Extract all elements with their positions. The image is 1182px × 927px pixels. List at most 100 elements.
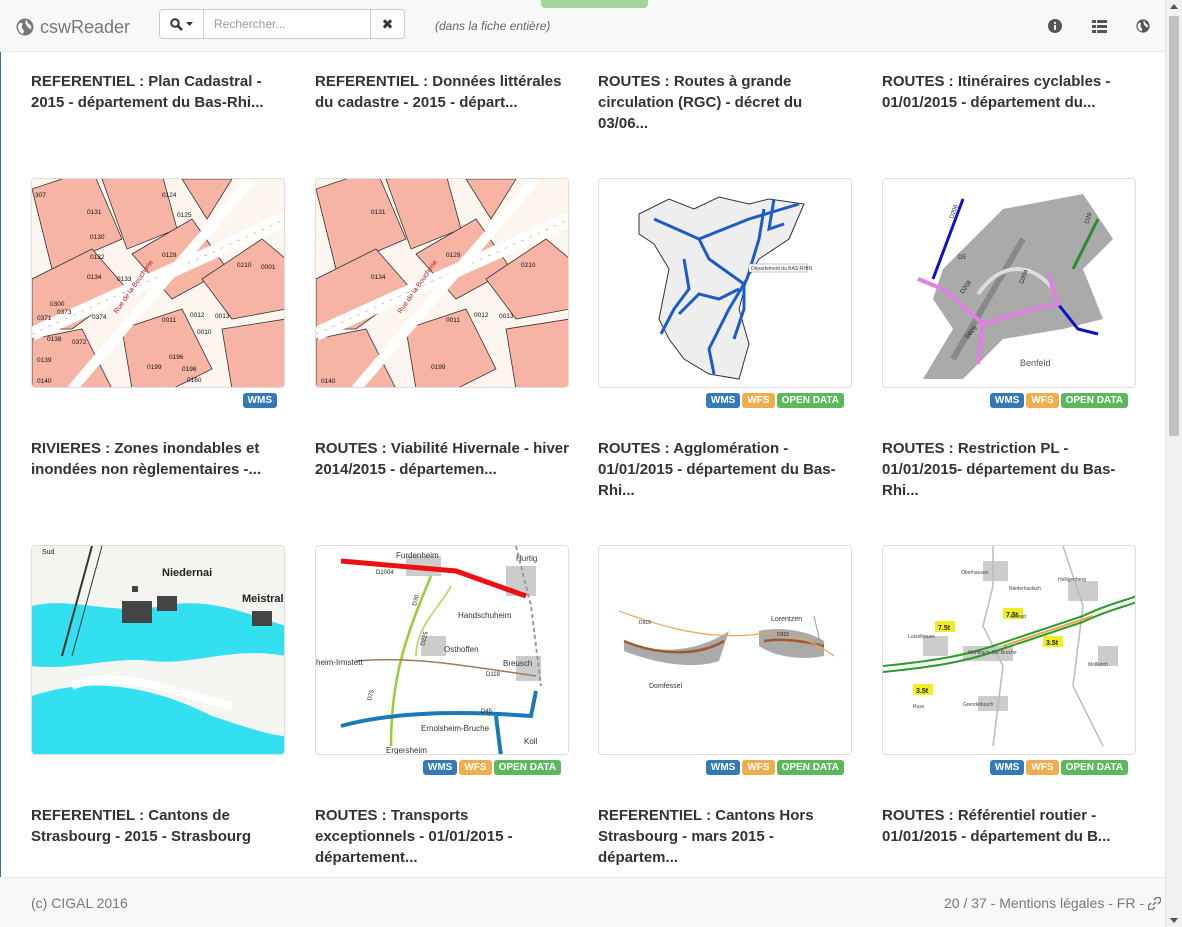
road-label: D118	[486, 672, 501, 678]
record-card[interactable]: ROUTES : Transports exceptionnels - 01/0…	[315, 805, 569, 868]
record-thumbnail[interactable]: Département du BAS-RHIN	[598, 178, 852, 388]
record-card[interactable]: RIVIERES : Zones inondables et inondées …	[31, 438, 285, 755]
place-label: heim-Irmstett	[316, 658, 363, 667]
pagination-and-links[interactable]: 20 / 37 - Mentions légales - FR -	[944, 895, 1144, 911]
info-button[interactable]	[1047, 18, 1063, 34]
winter-road-map: Furdenheim Hurtig Handschuheim Osthoffen…	[316, 546, 568, 754]
top-accent-bar	[541, 0, 648, 8]
wms-badge[interactable]: WMS	[705, 760, 741, 775]
road-label: D915	[777, 632, 789, 638]
parcel-label: 0129	[162, 252, 177, 259]
record-card[interactable]: ROUTES : Restriction PL - 01/01/2015- dé…	[882, 438, 1136, 775]
clear-search-button[interactable]: ✖	[371, 9, 405, 39]
record-title[interactable]: REFERENTIEL : Données littérales du cada…	[315, 71, 569, 134]
record-title[interactable]: RIVIERES : Zones inondables et inondées …	[31, 438, 285, 501]
wfs-badge[interactable]: WFS	[459, 760, 492, 775]
record-title[interactable]: ROUTES : Viabilité Hivernale - hiver 201…	[315, 438, 569, 501]
parcel-label: 0210	[237, 262, 252, 269]
record-title[interactable]: ROUTES : Restriction PL - 01/01/2015- dé…	[882, 438, 1136, 501]
place-label: Muhlbach-Sur-Bruche	[968, 650, 1017, 656]
open-data-badge[interactable]: OPEN DATA	[776, 393, 844, 408]
list-view-button[interactable]	[1091, 18, 1107, 34]
info-icon	[1048, 19, 1062, 33]
record-title[interactable]: ROUTES : Agglomération - 01/01/2015 - dé…	[598, 438, 852, 501]
open-data-badge[interactable]: OPEN DATA	[1060, 760, 1128, 775]
record-card[interactable]: ROUTES : Référentiel routier - 01/01/201…	[882, 805, 1136, 868]
parcel-label: 0131	[371, 209, 386, 216]
place-label: Furdenheim	[396, 551, 439, 560]
record-thumbnail[interactable]: Furdenheim Hurtig Handschuheim Osthoffen…	[315, 545, 569, 755]
record-thumbnail[interactable]: D206 D5 D29 D208 D204 D829 Benfeld	[882, 178, 1136, 388]
place-label: Osthoffen	[444, 645, 479, 654]
record-card[interactable]: ROUTES : Agglomération - 01/01/2015 - dé…	[598, 438, 852, 775]
search-input[interactable]	[204, 9, 371, 39]
record-card[interactable]: REFERENTIEL : Cantons Hors Strasbourg - …	[598, 805, 852, 868]
wfs-badge[interactable]: WFS	[742, 393, 775, 408]
open-data-badge[interactable]: OPEN DATA	[776, 760, 844, 775]
wfs-badge[interactable]: WFS	[1026, 393, 1059, 408]
place-label: Hurtig	[516, 554, 537, 563]
link-icon[interactable]	[1148, 896, 1161, 910]
vertical-scrollbar[interactable]	[1165, 0, 1182, 927]
record-title[interactable]: REFERENTIEL : Cantons Hors Strasbourg - …	[598, 805, 852, 868]
wfs-badge[interactable]: WFS	[742, 760, 775, 775]
brand[interactable]: cswReader	[16, 15, 130, 39]
open-data-badge[interactable]: OPEN DATA	[493, 760, 561, 775]
parcel-label: 0199	[147, 364, 162, 371]
record-thumbnail[interactable]: Rue de la Boucherie 0131 0130 0129 0210 …	[31, 178, 285, 388]
record-card[interactable]: REFERENTIEL : Cantons de Strasbourg - 20…	[31, 805, 285, 868]
record-card[interactable]: REFERENTIEL : Données littérales du cada…	[315, 71, 569, 388]
scroll-down-arrow[interactable]	[1170, 918, 1178, 923]
app-title: cswReader	[40, 16, 131, 37]
place-label: Urmatt	[1011, 614, 1027, 620]
parcel-label: 0160	[187, 377, 202, 384]
open-data-badge[interactable]: OPEN DATA	[1060, 393, 1128, 408]
wms-badge[interactable]: WMS	[705, 393, 741, 408]
record-card[interactable]: ROUTES : Routes à grande circulation (RG…	[598, 71, 852, 408]
record-title[interactable]: REFERENTIEL : Plan Cadastral - 2015 - dé…	[31, 71, 285, 134]
wms-badge[interactable]: WMS	[422, 760, 458, 775]
scroll-thumb[interactable]	[1169, 16, 1179, 436]
record-title[interactable]: ROUTES : Transports exceptionnels - 01/0…	[315, 805, 569, 868]
parcel-label: 0140	[37, 378, 52, 385]
footer-links: 20 / 37 - Mentions légales - FR -	[944, 895, 1161, 911]
wms-badge[interactable]: WMS	[989, 393, 1025, 408]
parcel-label: 0300	[50, 301, 65, 308]
left-edge-accent	[0, 52, 1, 877]
search-mode-button[interactable]	[159, 9, 204, 39]
parcel-label: 0012	[474, 312, 489, 319]
wms-badge[interactable]: WMS	[989, 760, 1025, 775]
record-card[interactable]: ROUTES : Viabilité Hivernale - hiver 201…	[315, 438, 569, 775]
language-button[interactable]	[1135, 18, 1151, 34]
parcel-label: 0210	[521, 262, 536, 269]
wms-badge[interactable]: WMS	[242, 393, 277, 408]
record-title[interactable]: ROUTES : Routes à grande circulation (RG…	[598, 71, 852, 134]
record-title[interactable]: ROUTES : Itinéraires cyclables - 01/01/2…	[882, 71, 1136, 134]
record-thumbnail[interactable]: 7.5t 7.5t 3.5t 3.5t Oberhausen Niederhas…	[882, 545, 1136, 755]
parcel-label: 0001	[261, 264, 276, 271]
truck-restriction-map: 7.5t 7.5t 3.5t 3.5t Oberhausen Niederhas…	[883, 546, 1135, 754]
parcel-label: 0134	[371, 274, 386, 281]
parcel-label: 0010	[197, 329, 212, 336]
tonnage-label: 3.5t	[1046, 640, 1059, 647]
record-thumbnail[interactable]: Rue de la Boucherie 0131 0129 0210 0134 …	[315, 178, 569, 388]
scroll-up-arrow[interactable]	[1170, 4, 1178, 9]
globe-icon	[1136, 19, 1150, 33]
record-thumbnail[interactable]: Sud Niedernai Meistral	[31, 545, 285, 755]
record-badges: WMS WFS OPEN DATA	[705, 393, 844, 408]
parcel-label: 307	[35, 192, 46, 199]
place-label: Ernolsheim-Bruche	[421, 724, 490, 733]
record-card[interactable]: ROUTES : Itinéraires cyclables - 01/01/2…	[882, 71, 1136, 408]
place-label: Breusch	[503, 659, 532, 668]
record-title[interactable]: REFERENTIEL : Cantons de Strasbourg - 20…	[31, 805, 285, 868]
wfs-badge[interactable]: WFS	[1026, 760, 1059, 775]
record-thumbnail[interactable]: Lorentzen Domfessel D919 D915	[598, 545, 852, 755]
place-label: Benfeld	[1020, 358, 1051, 368]
tonnage-label: 7.5t	[938, 625, 951, 632]
parcel-label: 0374	[92, 314, 107, 321]
record-card[interactable]: REFERENTIEL : Plan Cadastral - 2015 - dé…	[31, 71, 285, 408]
department-label: Département du BAS-RHIN	[751, 266, 813, 272]
place-label: Russ	[913, 704, 925, 710]
record-title[interactable]: ROUTES : Référentiel routier - 01/01/201…	[882, 805, 1136, 868]
parcel-label: 0134	[87, 274, 102, 281]
